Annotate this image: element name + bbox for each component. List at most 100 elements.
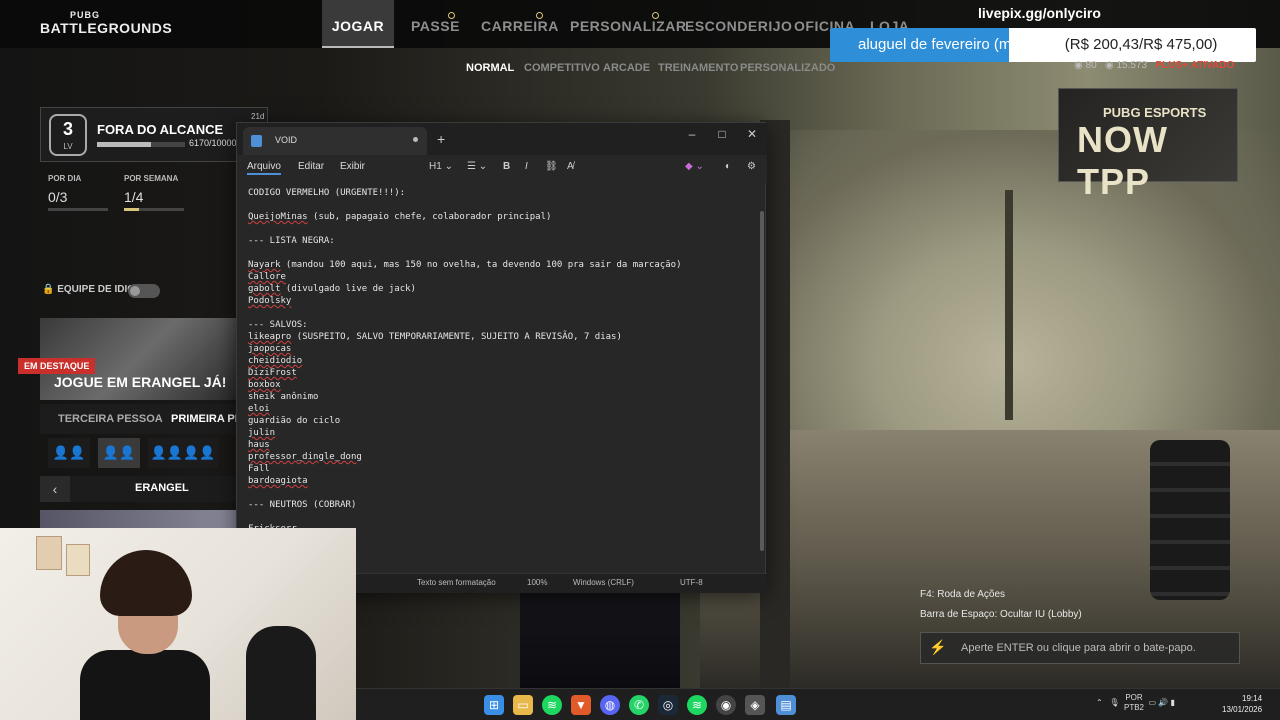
bp-icon: ◉ xyxy=(1074,60,1083,71)
text-line: guardião do ciclo xyxy=(248,416,341,426)
notification-dot-icon xyxy=(536,12,543,19)
discord-icon[interactable]: ◍ xyxy=(600,695,620,715)
text-line: Callore xyxy=(248,272,286,282)
text-line xyxy=(248,307,748,319)
duo-selected-icon[interactable]: 👤👤 xyxy=(98,438,140,468)
copilot-icon[interactable]: ◆ ⌄ xyxy=(685,161,704,172)
text-line: --- NEUTROS (COBRAR) xyxy=(248,500,357,510)
logo-top-text: PUBG xyxy=(70,10,101,20)
notepad-scrollbar[interactable] xyxy=(760,211,764,551)
nav-tab-carreira[interactable]: CARREIRA xyxy=(481,0,559,48)
chat-input[interactable]: ⚡ Aperte ENTER ou clique para abrir o ba… xyxy=(920,632,1240,664)
squad-size-selector: 👤👤 👤👤 👤👤👤👤 xyxy=(40,438,236,468)
bold-icon[interactable]: B xyxy=(503,161,510,172)
language-team-toggle[interactable] xyxy=(128,284,160,298)
italic-icon[interactable]: I xyxy=(525,161,528,172)
new-tab-icon[interactable]: + xyxy=(437,131,445,147)
volume-icon[interactable]: 🔊 xyxy=(1158,698,1168,707)
squad-icon[interactable]: 👤👤👤👤 xyxy=(148,438,218,468)
xp-text: 6170/10000 xyxy=(189,138,237,148)
subtab-normal[interactable]: NORMAL xyxy=(466,62,514,74)
level-label: LV xyxy=(63,142,73,151)
account-icon[interactable]: ◐ xyxy=(725,161,731,172)
text-line: sheik anônimo xyxy=(248,392,319,402)
nav-tab-passe[interactable]: PASSE xyxy=(411,0,460,48)
map-name: ERANGEL xyxy=(135,482,189,494)
lightning-icon: ⚡ xyxy=(929,639,947,655)
link-icon[interactable]: ⛓ xyxy=(545,161,558,172)
notepad-text-area[interactable]: CODIGO VERMELHO (URGENTE!!!): QueijoMina… xyxy=(237,183,759,561)
game-icon[interactable]: ◈ xyxy=(745,695,765,715)
menu-editar[interactable]: Editar xyxy=(298,161,324,172)
clock-date: 13/01/2026 xyxy=(1222,705,1263,714)
heading-dropdown[interactable]: H1 ⌄ xyxy=(429,161,453,172)
spotify-2-icon[interactable]: ≋ xyxy=(687,695,707,715)
file-explorer-icon[interactable]: ▭ xyxy=(513,695,533,715)
bp-amount: 80 xyxy=(1085,60,1097,71)
maximize-icon[interactable]: □ xyxy=(707,127,737,141)
lang-code: POR xyxy=(1125,693,1143,702)
menu-arquivo[interactable]: Arquivo xyxy=(247,161,281,175)
map-selector[interactable]: ‹ ERANGEL xyxy=(40,476,236,502)
minimize-icon[interactable]: – xyxy=(677,127,707,141)
close-icon[interactable]: ✕ xyxy=(737,127,767,141)
nav-tab-jogar[interactable]: JOGAR xyxy=(322,0,394,48)
text-line xyxy=(248,487,748,499)
menu-exibir[interactable]: Exibir xyxy=(340,161,365,172)
windows-taskbar: ⊞ ▭ ≋ ▼ ◍ ✆ ◎ ≋ ◉ ◈ ▤ ⌃ 🎙 POR PTB2 ▭ 🔊 ▮… xyxy=(356,688,1280,720)
status-zoom[interactable]: 100% xyxy=(527,578,547,587)
stat-daily: POR DIA 0/3 xyxy=(48,174,108,211)
text-line: professor_dingle_dong xyxy=(248,452,362,462)
wall-poster xyxy=(66,544,90,576)
wall-poster xyxy=(36,536,62,570)
chevron-up-icon[interactable]: ⌃ xyxy=(1096,698,1103,707)
clock[interactable]: 19:14 13/01/2026 xyxy=(1222,693,1262,715)
lock-icon: 🔒 xyxy=(42,284,55,295)
donation-label: aluguel de fevereiro (mi ajude) xyxy=(858,36,1061,53)
clear-format-icon[interactable]: A̸ xyxy=(567,161,574,172)
settings-gear-icon[interactable]: ⚙ xyxy=(747,161,756,172)
steam-icon[interactable]: ◎ xyxy=(658,695,678,715)
xp-progress-bar xyxy=(97,142,185,147)
text-line xyxy=(248,199,748,211)
stat-weekly: POR SEMANA 1/4 xyxy=(124,174,184,211)
subtab-competitivo[interactable]: COMPETITIVO xyxy=(524,62,600,74)
chat-placeholder: Aperte ENTER ou clique para abrir o bate… xyxy=(961,642,1196,654)
text-line: eloi xyxy=(248,404,270,414)
brave-icon[interactable]: ▼ xyxy=(571,695,591,715)
notepad-window[interactable]: VOID + – □ ✕ Arquivo Editar Exibir H1 ⌄ … xyxy=(236,122,767,593)
battery-icon[interactable]: ▮ xyxy=(1170,698,1174,707)
duo-icon[interactable]: 👤👤 xyxy=(48,438,90,468)
text-line: Nayark (mandou 100 aqui, mas 150 no ovel… xyxy=(248,260,682,270)
esports-banner[interactable]: PUBG ESPORTS NOW TPP xyxy=(1058,88,1238,202)
featured-title: JOGUE EM ERANGEL JÁ! xyxy=(54,374,227,390)
subtab-treinamento[interactable]: TREINAMENTO xyxy=(658,62,738,74)
start-icon[interactable]: ⊞ xyxy=(484,695,504,715)
obs-icon[interactable]: ◉ xyxy=(716,695,736,715)
status-format: Texto sem formatação xyxy=(417,578,496,587)
unsaved-dot-icon[interactable] xyxy=(413,137,418,142)
text-line: julin xyxy=(248,428,276,438)
text-line: Podolsky xyxy=(248,296,292,306)
donation-amount: (R$ 200,43/R$ 475,00) xyxy=(1064,36,1218,53)
notepad-tab[interactable]: VOID xyxy=(243,127,427,155)
stat-daily-label: POR DIA xyxy=(48,174,82,183)
notification-dot-icon xyxy=(448,12,455,19)
spotify-icon[interactable]: ≋ xyxy=(542,695,562,715)
nav-tab-esconderijo[interactable]: ESCONDERIJO xyxy=(685,0,792,48)
chevron-left-icon[interactable]: ‹ xyxy=(40,476,70,502)
text-line: --- LISTA NEGRA: xyxy=(248,236,335,246)
notification-dot-icon xyxy=(652,12,659,19)
level-badge: 3 LV xyxy=(49,114,87,156)
player-profile-card[interactable]: 3 LV FORA DO ALCANCE 6170/10000 21d xyxy=(40,107,268,162)
mic-icon[interactable]: 🎙 xyxy=(1109,698,1119,707)
language-indicator[interactable]: POR PTB2 xyxy=(1124,693,1144,713)
notepad-taskbar-icon[interactable]: ▤ xyxy=(776,695,796,715)
subtab-arcade[interactable]: ARCADE xyxy=(603,62,650,74)
nav-tab-personalizar[interactable]: PERSONALIZAR xyxy=(570,0,686,48)
whatsapp-icon[interactable]: ✆ xyxy=(629,695,649,715)
subtab-personalizado[interactable]: PERSONALIZADO xyxy=(740,62,835,74)
tab-third-person[interactable]: TERCEIRA PESSOA xyxy=(58,404,163,434)
list-icon[interactable]: ☰ ⌄ xyxy=(467,161,487,172)
network-icon[interactable]: ▭ xyxy=(1148,698,1156,707)
